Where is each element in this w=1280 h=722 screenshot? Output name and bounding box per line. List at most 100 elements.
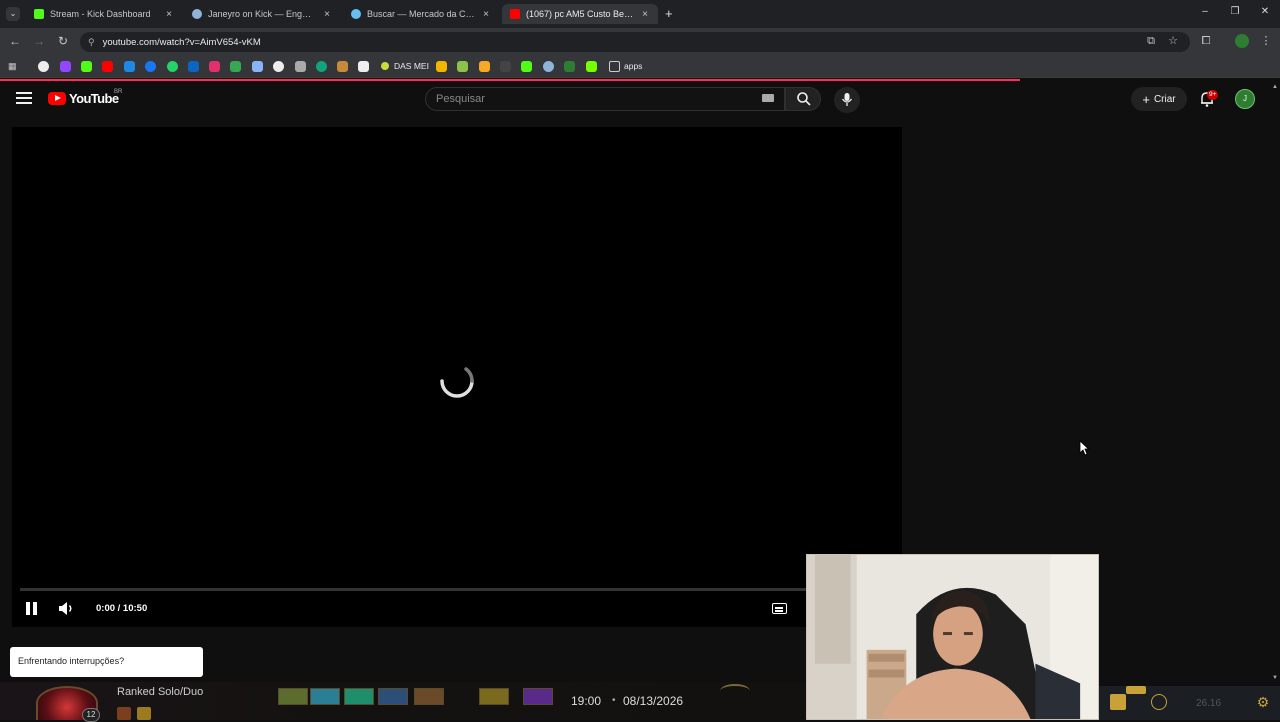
page-scrollbar[interactable]: ▲ ▼ (1270, 81, 1280, 681)
close-window-icon[interactable]: ✕ (1258, 6, 1272, 17)
plus-icon: + (1142, 91, 1150, 107)
bookmark-instagram-icon[interactable] (209, 61, 220, 72)
bookmark-figure-icon[interactable] (457, 61, 468, 72)
bookmark-chevron-icon[interactable] (436, 61, 447, 72)
bookmark-apps-label[interactable]: apps (624, 61, 642, 71)
tab-close-icon[interactable]: × (640, 9, 650, 20)
item-slot (414, 688, 444, 705)
item-slot (344, 688, 374, 705)
search-button[interactable] (785, 87, 821, 111)
mouse-cursor-icon (1079, 440, 1089, 456)
bookmark-youtube-icon[interactable] (102, 61, 113, 72)
url-text: youtube.com/watch?v=AimV654-vKM (102, 36, 261, 48)
bookmark-p-icon[interactable] (124, 61, 135, 72)
subtitles-icon[interactable] (772, 603, 787, 614)
bookmark-sheets-icon[interactable] (230, 61, 241, 72)
bookmark-folder-icon[interactable] (609, 61, 620, 72)
extensions-icon[interactable]: ⧠ (1199, 34, 1213, 48)
tab-title: Stream - Kick Dashboard (50, 9, 151, 19)
reload-icon[interactable]: ↻ (55, 34, 71, 48)
tab-title: (1067) pc AM5 Custo Benefício (526, 9, 634, 19)
bookmark-linkedin-icon[interactable] (188, 61, 199, 72)
tab-close-icon[interactable]: × (164, 9, 174, 20)
loading-spinner-icon (440, 367, 474, 398)
bookmark-kick-2-icon[interactable] (521, 61, 532, 72)
rune-icon (117, 707, 131, 720)
bookmark-whatsapp-icon[interactable] (167, 61, 178, 72)
keyboard-icon[interactable] (762, 94, 774, 102)
item-slot (378, 688, 408, 705)
scroll-up-arrow-icon[interactable]: ▲ (1272, 84, 1278, 90)
bookmark-facebook-icon[interactable] (145, 61, 156, 72)
pause-button[interactable] (26, 602, 38, 615)
tab-kick-dashboard[interactable]: Stream - Kick Dashboard × (26, 4, 182, 24)
bookmark-person-icon[interactable] (337, 61, 348, 72)
microphone-stream-icon[interactable] (1151, 694, 1167, 710)
bookmark-kick-icon[interactable] (81, 61, 92, 72)
bookmark-arrow-icon[interactable] (295, 61, 306, 72)
game-time: 19:00 (571, 694, 602, 708)
new-tab-button[interactable]: + (665, 6, 673, 21)
bookmark-star-icon[interactable]: ☆ (1166, 34, 1180, 48)
tab-close-icon[interactable]: × (481, 9, 491, 20)
tab-youtube-active[interactable]: (1067) pc AM5 Custo Benefício × (502, 4, 658, 24)
create-button[interactable]: + Criar (1131, 87, 1187, 111)
profile-icon[interactable] (1235, 34, 1249, 48)
bookmark-das-mei-label[interactable]: DAS MEI (394, 61, 429, 71)
create-label: Criar (1153, 93, 1176, 105)
bookmark-e-icon[interactable] (479, 61, 490, 72)
interruption-popup[interactable]: Enfrentando interrupções? (10, 647, 203, 677)
layers-icon[interactable] (1110, 694, 1126, 710)
tab-title: Buscar — Mercado da Comunidade (367, 9, 475, 19)
item-slot (523, 688, 553, 705)
stream-value: 26.16 (1196, 698, 1222, 709)
time-display: 0:00 / 10:50 (96, 603, 148, 614)
kick-icon (34, 9, 44, 19)
scroll-down-arrow-icon[interactable]: ▼ (1272, 675, 1278, 681)
site-info-icon[interactable]: ⚲ (88, 37, 95, 48)
bookmark-das-mei-icon[interactable] (381, 62, 389, 70)
bookmark-chat-icon[interactable] (586, 61, 597, 72)
youtube-tab-icon (510, 9, 520, 19)
restore-icon[interactable]: ❐ (1228, 6, 1242, 17)
chrome-menu-icon[interactable]: ⋮ (1259, 34, 1273, 48)
bookmark-twitch-icon[interactable] (60, 61, 71, 72)
cast-icon[interactable]: ⧉ (1144, 34, 1158, 48)
browser-tab-strip: ⌄ Stream - Kick Dashboard × Janeyro on K… (0, 0, 1280, 28)
rune-icon (137, 707, 151, 720)
bookmark-discord-icon[interactable] (543, 61, 554, 72)
volume-icon[interactable] (58, 601, 74, 616)
voice-search-button[interactable] (834, 87, 860, 113)
apps-grid-icon[interactable]: ▦ (8, 61, 19, 72)
minimize-icon[interactable]: – (1198, 6, 1212, 17)
hamburger-menu-icon[interactable] (16, 92, 32, 106)
bookmark-chart-icon[interactable] (564, 61, 575, 72)
tab-kick-engagement[interactable]: Janeyro on Kick — Engagement × (184, 4, 340, 24)
status-badge (1126, 686, 1146, 694)
bookmark-gemini-icon[interactable] (252, 61, 263, 72)
kick-engagement-icon (192, 9, 202, 19)
game-date: 08/13/2026 (623, 694, 684, 708)
video-progress-bar[interactable] (20, 588, 810, 591)
forward-icon[interactable]: → (31, 34, 47, 48)
avatar[interactable]: J (1235, 89, 1255, 109)
queue-label: Ranked Solo/Duo (117, 686, 204, 698)
search-input[interactable]: Pesquisar (425, 87, 785, 111)
bookmark-notion-icon[interactable] (358, 61, 369, 72)
bookmark-google-icon[interactable] (38, 61, 49, 72)
item-slot (310, 688, 340, 705)
search-icon (797, 92, 811, 106)
back-icon[interactable]: ← (7, 34, 23, 48)
tab-close-icon[interactable]: × (322, 9, 332, 20)
bookmark-chatgpt-icon[interactable] (316, 61, 327, 72)
bookmark-film-icon[interactable] (500, 61, 511, 72)
address-bar[interactable]: ⚲ youtube.com/watch?v=AimV654-vKM (80, 32, 1190, 52)
bookmarks-bar: ▦ DAS MEI apps (0, 56, 1280, 78)
settings-gear-icon[interactable]: ⚙ (1255, 694, 1271, 710)
tab-search-icon[interactable]: ⌄ (6, 7, 20, 21)
tab-steam-market[interactable]: Buscar — Mercado da Comunidade × (343, 4, 499, 24)
tab-title: Janeyro on Kick — Engagement (208, 9, 316, 19)
bookmark-clock-icon[interactable] (273, 61, 284, 72)
youtube-logo[interactable]: YouTube BR (48, 89, 122, 106)
microphone-icon (841, 93, 853, 106)
